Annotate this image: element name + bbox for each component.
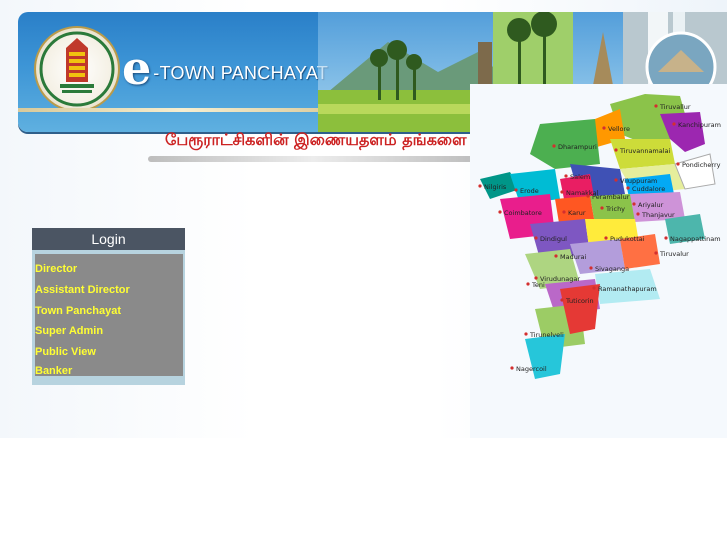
district-dot bbox=[672, 122, 676, 126]
login-link-label: Super Admin bbox=[35, 325, 104, 337]
login-link-label: Director bbox=[35, 263, 78, 275]
district-label: Nilgiris bbox=[484, 183, 507, 191]
banner-stripe bbox=[18, 108, 348, 112]
district-label: Nagercoil bbox=[516, 365, 547, 373]
login-title: Login bbox=[32, 228, 185, 250]
district-label: Coimbatore bbox=[504, 209, 542, 217]
district-label: Tirunelveli bbox=[529, 331, 564, 339]
login-menu: Director Assistant Director Town Panchay… bbox=[35, 254, 183, 377]
district-dot bbox=[560, 190, 564, 194]
district-label: Ramanathapuram bbox=[598, 285, 657, 293]
district-label: Dharampuri bbox=[558, 143, 597, 151]
tagline-underline bbox=[148, 156, 478, 162]
login-link-town-panchayat[interactable]: Town Panchayat bbox=[35, 302, 183, 320]
district-dot bbox=[510, 366, 514, 370]
district-dot bbox=[552, 144, 556, 148]
tamil-nadu-emblem-icon bbox=[34, 26, 120, 112]
district-dot bbox=[589, 266, 593, 270]
district-dot bbox=[600, 206, 604, 210]
district-dot bbox=[478, 184, 482, 188]
district-label: Sivaganga bbox=[595, 265, 629, 273]
district-label: Tiruvannamalai bbox=[619, 147, 671, 155]
district-label: Tuticorin bbox=[565, 297, 594, 305]
login-link-assistant-director[interactable]: Assistant Director bbox=[35, 281, 183, 299]
district-label: Erode bbox=[520, 187, 539, 195]
login-link-label: Town Panchayat bbox=[35, 305, 121, 317]
district-dot bbox=[676, 162, 680, 166]
district-dot bbox=[614, 178, 618, 182]
logo-text: -TOWN PANCHAYAT bbox=[153, 63, 329, 83]
district-dot bbox=[654, 104, 658, 108]
login-link-label: Assistant Director bbox=[35, 284, 130, 296]
district-label: Perambalur bbox=[592, 193, 630, 201]
login-panel: Login Director Assistant Director Town P… bbox=[32, 228, 185, 385]
district-dot bbox=[514, 188, 518, 192]
district-label: Tiruvalur bbox=[659, 250, 689, 258]
district-dot bbox=[654, 251, 658, 255]
district-label: Karur bbox=[568, 209, 586, 217]
login-link-label: Public View bbox=[35, 346, 96, 358]
district-dot bbox=[586, 194, 590, 198]
district-dot bbox=[564, 174, 568, 178]
district-label: Madurai bbox=[560, 253, 586, 261]
district-dot bbox=[526, 282, 530, 286]
site-logo: e -TOWN PANCHAYAT bbox=[122, 41, 329, 95]
district-dot bbox=[560, 298, 564, 302]
district-dot bbox=[562, 210, 566, 214]
district-dot bbox=[534, 276, 538, 280]
district-dot bbox=[604, 236, 608, 240]
district-label: Dindigul bbox=[540, 235, 567, 243]
tamil-nadu-district-map: Tiruvallur Vellore Kanchipuram Dharampuri Ti… bbox=[470, 84, 727, 438]
district-dot bbox=[534, 236, 538, 240]
district-label: Thanjavur bbox=[641, 211, 675, 219]
district-label: Cuddalore bbox=[632, 185, 665, 193]
district-dot bbox=[554, 254, 558, 258]
district-label: Ariyalur bbox=[638, 201, 664, 209]
district-dot bbox=[524, 332, 528, 336]
district-label: Virudunagar bbox=[540, 275, 580, 283]
district-dot bbox=[592, 286, 596, 290]
district-dot bbox=[602, 126, 606, 130]
district-dot bbox=[636, 212, 640, 216]
district-label: Vellore bbox=[608, 125, 630, 133]
district-dot bbox=[664, 236, 668, 240]
login-link-director[interactable]: Director bbox=[35, 260, 183, 278]
district-label: Pondicherry bbox=[682, 161, 721, 169]
district-dot bbox=[614, 148, 618, 152]
district-label: Trichy bbox=[605, 205, 625, 213]
district-dot bbox=[632, 202, 636, 206]
district-label: Tiruvallur bbox=[659, 103, 691, 111]
district-label: Nagappattinam bbox=[670, 235, 721, 243]
logo-letter: e bbox=[122, 41, 152, 95]
district-label: Pudukottai bbox=[610, 235, 645, 243]
login-link-public-view[interactable]: Public View bbox=[35, 343, 183, 361]
tamil-tagline: பேரூராட்சிகளின் இணையதளம் தங்களை bbox=[165, 130, 467, 149]
district-label: Viluppuram bbox=[620, 177, 657, 185]
district-dot bbox=[498, 210, 502, 214]
district-label: Salem bbox=[570, 173, 590, 181]
login-link-banker[interactable]: Banker bbox=[35, 362, 183, 380]
login-link-label: Banker bbox=[35, 365, 73, 377]
district-dot bbox=[626, 186, 630, 190]
district-label: Kanchipuram bbox=[678, 121, 721, 129]
login-link-super-admin[interactable]: Super Admin bbox=[35, 322, 183, 340]
